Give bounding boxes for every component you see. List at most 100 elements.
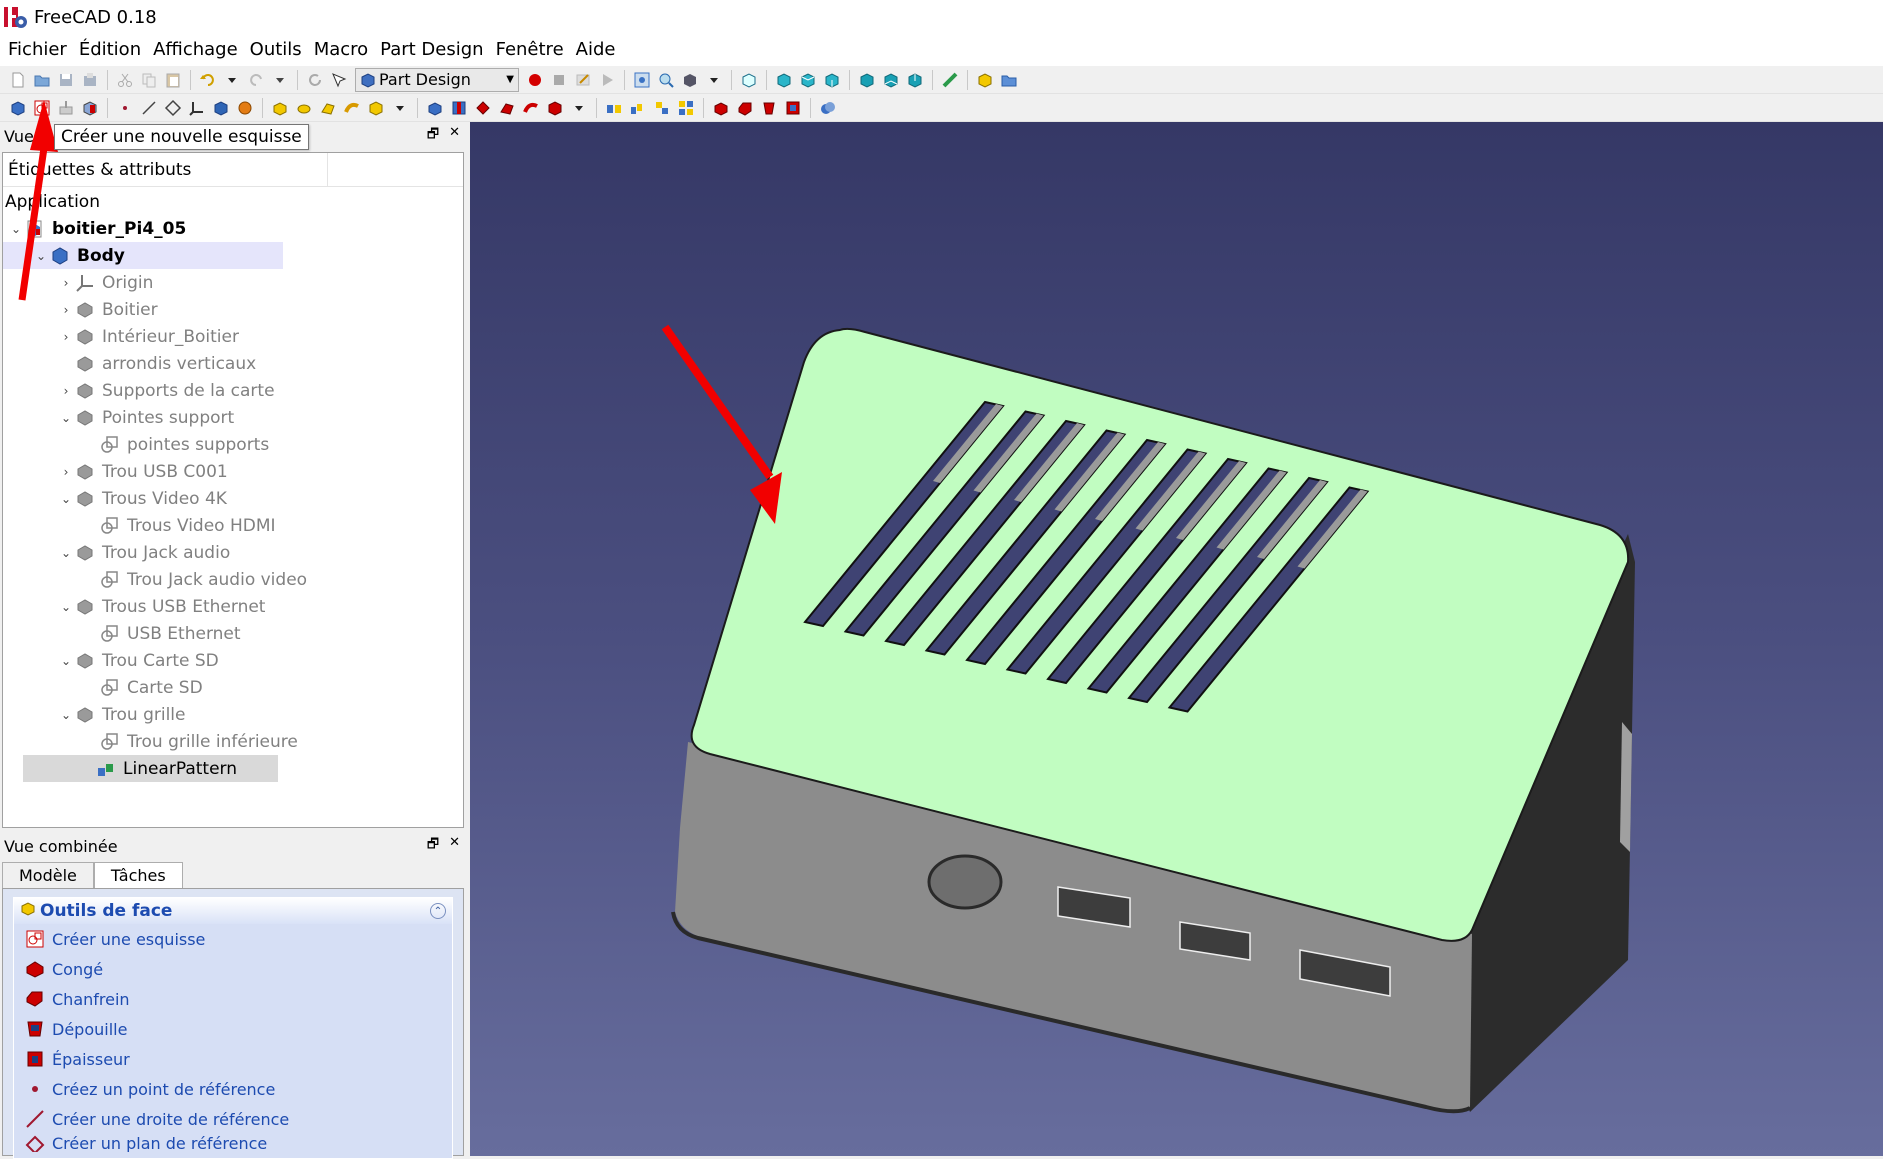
- chevron-right-icon[interactable]: ›: [58, 384, 74, 398]
- edit-macro-icon[interactable]: [572, 69, 594, 91]
- hole-icon[interactable]: [448, 97, 470, 119]
- task-thickness[interactable]: Épaisseur: [14, 1044, 452, 1074]
- record-macro-icon[interactable]: [524, 69, 546, 91]
- tree-item[interactable]: ⌄ Trous Video 4K: [3, 485, 463, 512]
- chevron-down-icon[interactable]: ⌄: [58, 708, 74, 722]
- redo-dropdown-icon[interactable]: [269, 69, 291, 91]
- thickness-icon[interactable]: [782, 97, 804, 119]
- chevron-right-icon[interactable]: ›: [58, 465, 74, 479]
- close-panel-icon[interactable]: ✕: [449, 125, 460, 147]
- face-tools-header[interactable]: Outils de face ⌃: [14, 898, 452, 924]
- additive-primitive-icon[interactable]: [365, 97, 387, 119]
- fillet-icon[interactable]: [710, 97, 732, 119]
- tree-document[interactable]: ⌄ boitier_Pi4_05: [3, 215, 463, 242]
- menu-edition[interactable]: Édition: [73, 34, 147, 66]
- tree-item[interactable]: Trou Jack audio video: [3, 566, 463, 593]
- view-right-icon[interactable]: [821, 69, 843, 91]
- draft-icon[interactable]: [758, 97, 780, 119]
- create-sketch-icon[interactable]: [31, 97, 53, 119]
- tree-item[interactable]: USB Ethernet: [3, 620, 463, 647]
- menu-macro[interactable]: Macro: [308, 34, 374, 66]
- tree-item[interactable]: ⌄ Trou grille: [3, 701, 463, 728]
- sub-shape-binder-icon[interactable]: [234, 97, 256, 119]
- create-group-icon[interactable]: [998, 69, 1020, 91]
- boolean-icon[interactable]: [817, 97, 839, 119]
- subtractive-loft-icon[interactable]: [496, 97, 518, 119]
- float-panel-icon[interactable]: 🗗: [427, 835, 439, 857]
- tree-item[interactable]: arrondis verticaux: [3, 350, 463, 377]
- fit-all-icon[interactable]: [631, 69, 653, 91]
- tree-column-header[interactable]: Étiquettes & attributs: [3, 152, 463, 187]
- task-chamfer[interactable]: Chanfrein: [14, 984, 452, 1014]
- task-datum-point[interactable]: Créez un point de référence: [14, 1074, 452, 1104]
- menu-fichier[interactable]: Fichier: [2, 34, 73, 66]
- 3d-viewport[interactable]: [470, 122, 1883, 1156]
- tree-item[interactable]: ⌄ Pointes support: [3, 404, 463, 431]
- tree-item[interactable]: › Intérieur_Boitier: [3, 323, 463, 350]
- task-fillet[interactable]: Congé: [14, 954, 452, 984]
- float-panel-icon[interactable]: 🗗: [427, 125, 439, 147]
- stop-macro-icon[interactable]: [548, 69, 570, 91]
- task-draft[interactable]: Dépouille: [14, 1014, 452, 1044]
- subtractive-primitive-icon[interactable]: [544, 97, 566, 119]
- tree-item[interactable]: › Boitier: [3, 296, 463, 323]
- linear-pattern-icon[interactable]: [627, 97, 649, 119]
- tree-body[interactable]: ⌄ Body: [3, 242, 283, 269]
- measure-distance-icon[interactable]: [939, 69, 961, 91]
- view-left-icon[interactable]: [904, 69, 926, 91]
- additive-pipe-icon[interactable]: [341, 97, 363, 119]
- whats-this-icon[interactable]: [328, 69, 350, 91]
- tree-item[interactable]: ⌄ Trou Jack audio: [3, 539, 463, 566]
- save-as-icon[interactable]: [79, 69, 101, 91]
- tree-item[interactable]: ⌄ Trous USB Ethernet: [3, 593, 463, 620]
- tree-item[interactable]: › Trou USB C001: [3, 458, 463, 485]
- menu-part-design[interactable]: Part Design: [374, 34, 489, 66]
- chevron-down-icon[interactable]: ⌄: [33, 249, 49, 263]
- redo-icon[interactable]: [245, 69, 267, 91]
- chamfer-icon[interactable]: [734, 97, 756, 119]
- close-panel-icon[interactable]: ✕: [449, 835, 460, 857]
- view-rear-icon[interactable]: [856, 69, 878, 91]
- open-folder-icon[interactable]: [31, 69, 53, 91]
- draw-style-dropdown-icon[interactable]: [703, 69, 725, 91]
- task-create-sketch[interactable]: Créer une esquisse: [14, 924, 452, 954]
- tree-view[interactable]: Étiquettes & attributs Application ⌄ boi…: [2, 152, 464, 828]
- draw-style-icon[interactable]: [679, 69, 701, 91]
- chevron-down-icon[interactable]: ⌄: [58, 492, 74, 506]
- datum-point-icon[interactable]: [114, 97, 136, 119]
- datum-line-icon[interactable]: [138, 97, 160, 119]
- datum-plane-icon[interactable]: [162, 97, 184, 119]
- run-macro-icon[interactable]: [596, 69, 618, 91]
- menu-aide[interactable]: Aide: [570, 34, 622, 66]
- tree-item[interactable]: › Supports de la carte: [3, 377, 463, 404]
- save-icon[interactable]: [55, 69, 77, 91]
- chevron-down-icon[interactable]: ⌄: [58, 600, 74, 614]
- task-datum-plane[interactable]: Créer un plan de référence: [14, 1134, 452, 1152]
- tree-application-root[interactable]: Application: [3, 189, 463, 215]
- task-datum-line[interactable]: Créer une droite de référence: [14, 1104, 452, 1134]
- paste-icon[interactable]: [162, 69, 184, 91]
- chevron-down-icon[interactable]: ⌄: [58, 411, 74, 425]
- chevron-down-icon[interactable]: ⌄: [8, 222, 24, 236]
- view-front-icon[interactable]: [773, 69, 795, 91]
- multi-transform-icon[interactable]: [675, 97, 697, 119]
- local-coordinate-system-icon[interactable]: [186, 97, 208, 119]
- tree-item[interactable]: Trou grille inférieure: [3, 728, 463, 755]
- view-isometric-icon[interactable]: [738, 69, 760, 91]
- undo-icon[interactable]: [197, 69, 219, 91]
- tree-item[interactable]: ⌄ Trou Carte SD: [3, 647, 463, 674]
- tab-modele[interactable]: Modèle: [2, 862, 94, 888]
- subtractive-pipe-icon[interactable]: [520, 97, 542, 119]
- create-part-icon[interactable]: [974, 69, 996, 91]
- subtractive-primitive-dropdown-icon[interactable]: [568, 97, 590, 119]
- undo-dropdown-icon[interactable]: [221, 69, 243, 91]
- fit-selection-icon[interactable]: [655, 69, 677, 91]
- chevron-down-icon[interactable]: ⌄: [58, 654, 74, 668]
- create-body-icon[interactable]: [7, 97, 29, 119]
- chevron-right-icon[interactable]: ›: [58, 276, 74, 290]
- tree-item[interactable]: pointes supports: [3, 431, 463, 458]
- tree-item[interactable]: Carte SD: [3, 674, 463, 701]
- menu-outils[interactable]: Outils: [244, 34, 308, 66]
- view-bottom-icon[interactable]: [880, 69, 902, 91]
- chevron-right-icon[interactable]: ›: [58, 330, 74, 344]
